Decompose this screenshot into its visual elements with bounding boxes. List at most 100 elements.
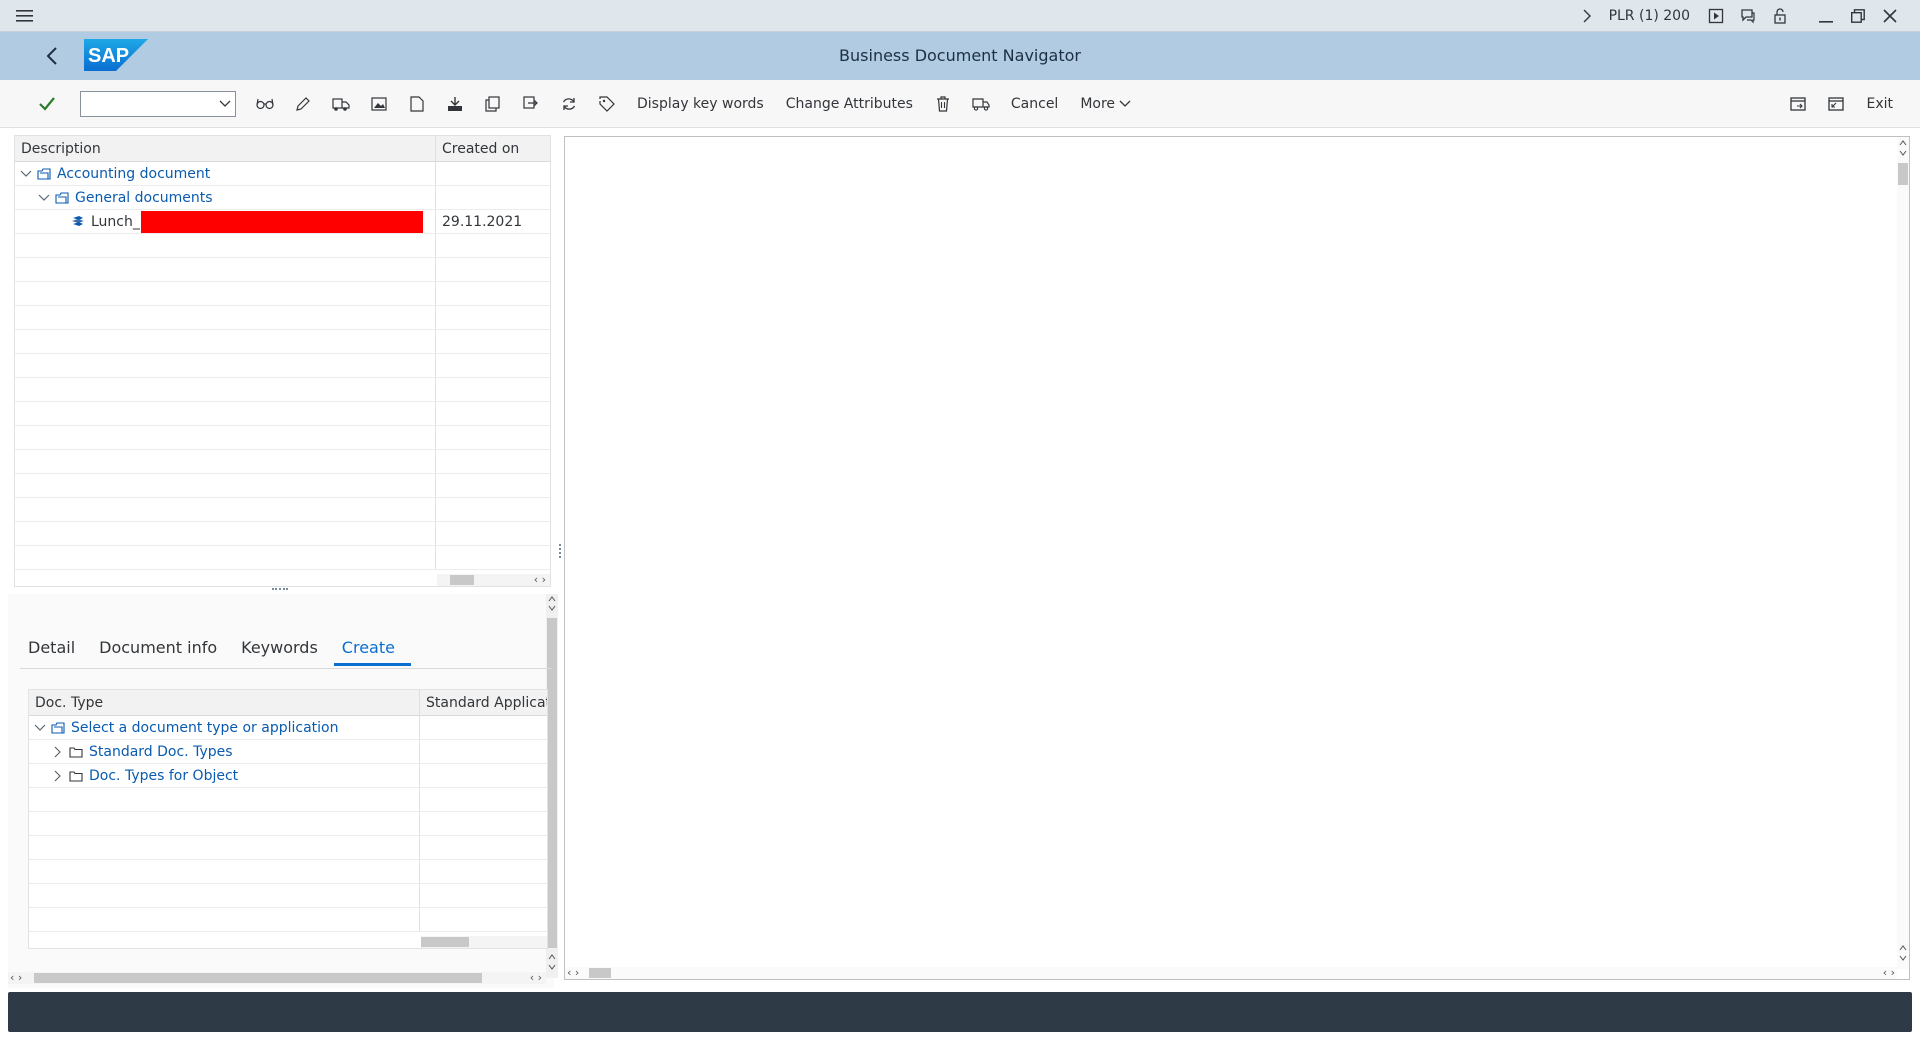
chevron-down-icon[interactable] bbox=[33, 721, 47, 735]
doc-row-standard-doc-types[interactable]: Standard Doc. Types bbox=[29, 740, 547, 764]
fullscreen-icon[interactable] bbox=[1817, 88, 1855, 120]
tab-create[interactable]: Create bbox=[333, 636, 411, 666]
tab-document-info[interactable]: Document info bbox=[91, 636, 233, 666]
glasses-icon[interactable] bbox=[246, 88, 284, 120]
folder-open-icon bbox=[55, 191, 69, 204]
column-header-standard-application[interactable]: Standard Applicatio bbox=[420, 690, 547, 715]
empty-table-rows bbox=[15, 234, 550, 570]
empty-table-rows bbox=[29, 788, 547, 932]
refresh-icon[interactable] bbox=[550, 88, 588, 120]
tab-keywords[interactable]: Keywords bbox=[233, 636, 334, 666]
scroll-thumb[interactable] bbox=[589, 968, 611, 978]
scroll-left-right-icon[interactable]: ‹ › bbox=[534, 573, 546, 586]
scroll-thumb[interactable] bbox=[421, 937, 469, 947]
tree-row-accounting-document[interactable]: Accounting document bbox=[15, 162, 550, 186]
move-icon[interactable] bbox=[512, 88, 550, 120]
scroll-left-right-icon[interactable]: ‹ › bbox=[567, 966, 579, 979]
doc-row-doc-types-for-object[interactable]: Doc. Types for Object bbox=[29, 764, 547, 788]
play-icon[interactable] bbox=[1700, 0, 1732, 32]
exit-button[interactable]: Exit bbox=[1855, 88, 1904, 120]
created-on-cell bbox=[436, 186, 550, 209]
column-header-created-on[interactable]: Created on bbox=[436, 136, 550, 161]
chevron-down-icon[interactable] bbox=[1899, 955, 1907, 961]
chat-icon[interactable] bbox=[1732, 0, 1764, 32]
folder-open-icon bbox=[37, 167, 51, 180]
tab-detail[interactable]: Detail bbox=[20, 636, 91, 666]
copy-icon[interactable] bbox=[474, 88, 512, 120]
scroll-left-right-icon[interactable]: ‹ › bbox=[10, 971, 22, 984]
detail-panel: Detail Document info Keywords Create Doc… bbox=[8, 594, 558, 988]
chevron-down-icon[interactable] bbox=[219, 97, 231, 111]
scroll-left-right-icon[interactable]: ‹ › bbox=[530, 971, 542, 984]
tag-icon[interactable] bbox=[588, 88, 626, 120]
scroll-left-right-icon[interactable]: ‹ › bbox=[1883, 966, 1895, 979]
restore-icon[interactable] bbox=[1842, 0, 1874, 32]
minimize-icon[interactable] bbox=[1810, 0, 1842, 32]
column-header-description[interactable]: Description bbox=[15, 136, 436, 161]
chevron-right-icon[interactable] bbox=[51, 745, 65, 759]
created-on-cell: 29.11.2021 bbox=[442, 214, 523, 230]
tree-row-label[interactable]: General documents bbox=[75, 190, 213, 206]
chevron-down-icon[interactable] bbox=[548, 605, 556, 611]
scroll-thumb[interactable] bbox=[450, 575, 474, 585]
chevron-down-icon bbox=[1119, 99, 1131, 109]
created-on-cell bbox=[436, 162, 550, 185]
document-viewer[interactable]: ‹ › ‹ › bbox=[564, 136, 1910, 980]
status-bar bbox=[8, 992, 1912, 1032]
cancel-button[interactable]: Cancel bbox=[1000, 88, 1069, 120]
table-header: Description Created on bbox=[15, 136, 550, 162]
menu-icon[interactable] bbox=[16, 8, 34, 24]
chevron-down-icon[interactable] bbox=[19, 167, 33, 181]
doc-row-label[interactable]: Doc. Types for Object bbox=[89, 768, 238, 784]
system-info[interactable]: PLR (1) 200 bbox=[1603, 8, 1700, 24]
horizontal-splitter[interactable] bbox=[272, 588, 288, 590]
tree-row-label[interactable]: Accounting document bbox=[57, 166, 210, 182]
tree-row-general-documents[interactable]: General documents bbox=[15, 186, 550, 210]
image-icon[interactable] bbox=[360, 88, 398, 120]
close-icon[interactable] bbox=[1874, 0, 1906, 32]
horizontal-scrollbar[interactable]: ‹ › ‹ › bbox=[8, 971, 546, 984]
chevron-down-icon[interactable] bbox=[548, 964, 556, 970]
chevron-down-icon[interactable] bbox=[37, 191, 51, 205]
tree-row-label[interactable]: Lunch_ bbox=[91, 214, 140, 230]
doc-row-label[interactable]: Select a document type or application bbox=[71, 720, 338, 736]
folder-icon bbox=[69, 746, 83, 758]
vertical-scrollbar[interactable] bbox=[1897, 137, 1909, 969]
download-icon[interactable] bbox=[436, 88, 474, 120]
page-title: Business Document Navigator bbox=[839, 46, 1081, 65]
checkmark-icon[interactable] bbox=[28, 88, 66, 120]
blank-document-icon[interactable] bbox=[398, 88, 436, 120]
chevron-right-icon[interactable] bbox=[1571, 0, 1603, 32]
horizontal-scrollbar[interactable]: ‹ › bbox=[437, 573, 550, 586]
doc-row-select-type[interactable]: Select a document type or application bbox=[29, 716, 547, 740]
document-tree-table: Description Created on Accounting docume… bbox=[14, 135, 551, 587]
scroll-thumb[interactable] bbox=[34, 973, 482, 983]
more-button[interactable]: More bbox=[1069, 88, 1142, 120]
application-toolbar: Display key words Change Attributes Canc… bbox=[0, 80, 1920, 128]
trash-icon[interactable] bbox=[924, 88, 962, 120]
horizontal-scrollbar[interactable] bbox=[421, 936, 547, 948]
change-attributes-button[interactable]: Change Attributes bbox=[775, 88, 924, 120]
chevron-up-icon[interactable] bbox=[548, 954, 556, 960]
horizontal-scrollbar[interactable]: ‹ › ‹ › bbox=[565, 966, 1897, 979]
window-titlebar: PLR (1) 200 bbox=[0, 0, 1920, 32]
scroll-thumb[interactable] bbox=[1898, 163, 1908, 185]
chevron-up-icon[interactable] bbox=[548, 596, 556, 602]
tree-row-lunch-document[interactable]: Lunch_ 29.11.2021 bbox=[15, 210, 550, 234]
lock-icon[interactable] bbox=[1764, 0, 1796, 32]
chevron-up-icon[interactable] bbox=[1899, 140, 1907, 146]
doc-row-label[interactable]: Standard Doc. Types bbox=[89, 744, 233, 760]
command-field[interactable] bbox=[80, 91, 236, 117]
tab-bar: Detail Document info Keywords Create bbox=[20, 636, 411, 666]
folder-open-icon bbox=[51, 721, 65, 734]
transport-icon[interactable] bbox=[322, 88, 360, 120]
column-header-doc-type[interactable]: Doc. Type bbox=[29, 690, 420, 715]
more-button-label: More bbox=[1080, 96, 1116, 112]
chevron-right-icon[interactable] bbox=[51, 769, 65, 783]
new-window-icon[interactable] bbox=[1779, 88, 1817, 120]
chevron-down-icon[interactable] bbox=[1899, 150, 1907, 156]
pencil-icon[interactable] bbox=[284, 88, 322, 120]
chevron-up-icon[interactable] bbox=[1899, 945, 1907, 951]
shipping-icon[interactable] bbox=[962, 88, 1000, 120]
display-key-words-button[interactable]: Display key words bbox=[626, 88, 775, 120]
